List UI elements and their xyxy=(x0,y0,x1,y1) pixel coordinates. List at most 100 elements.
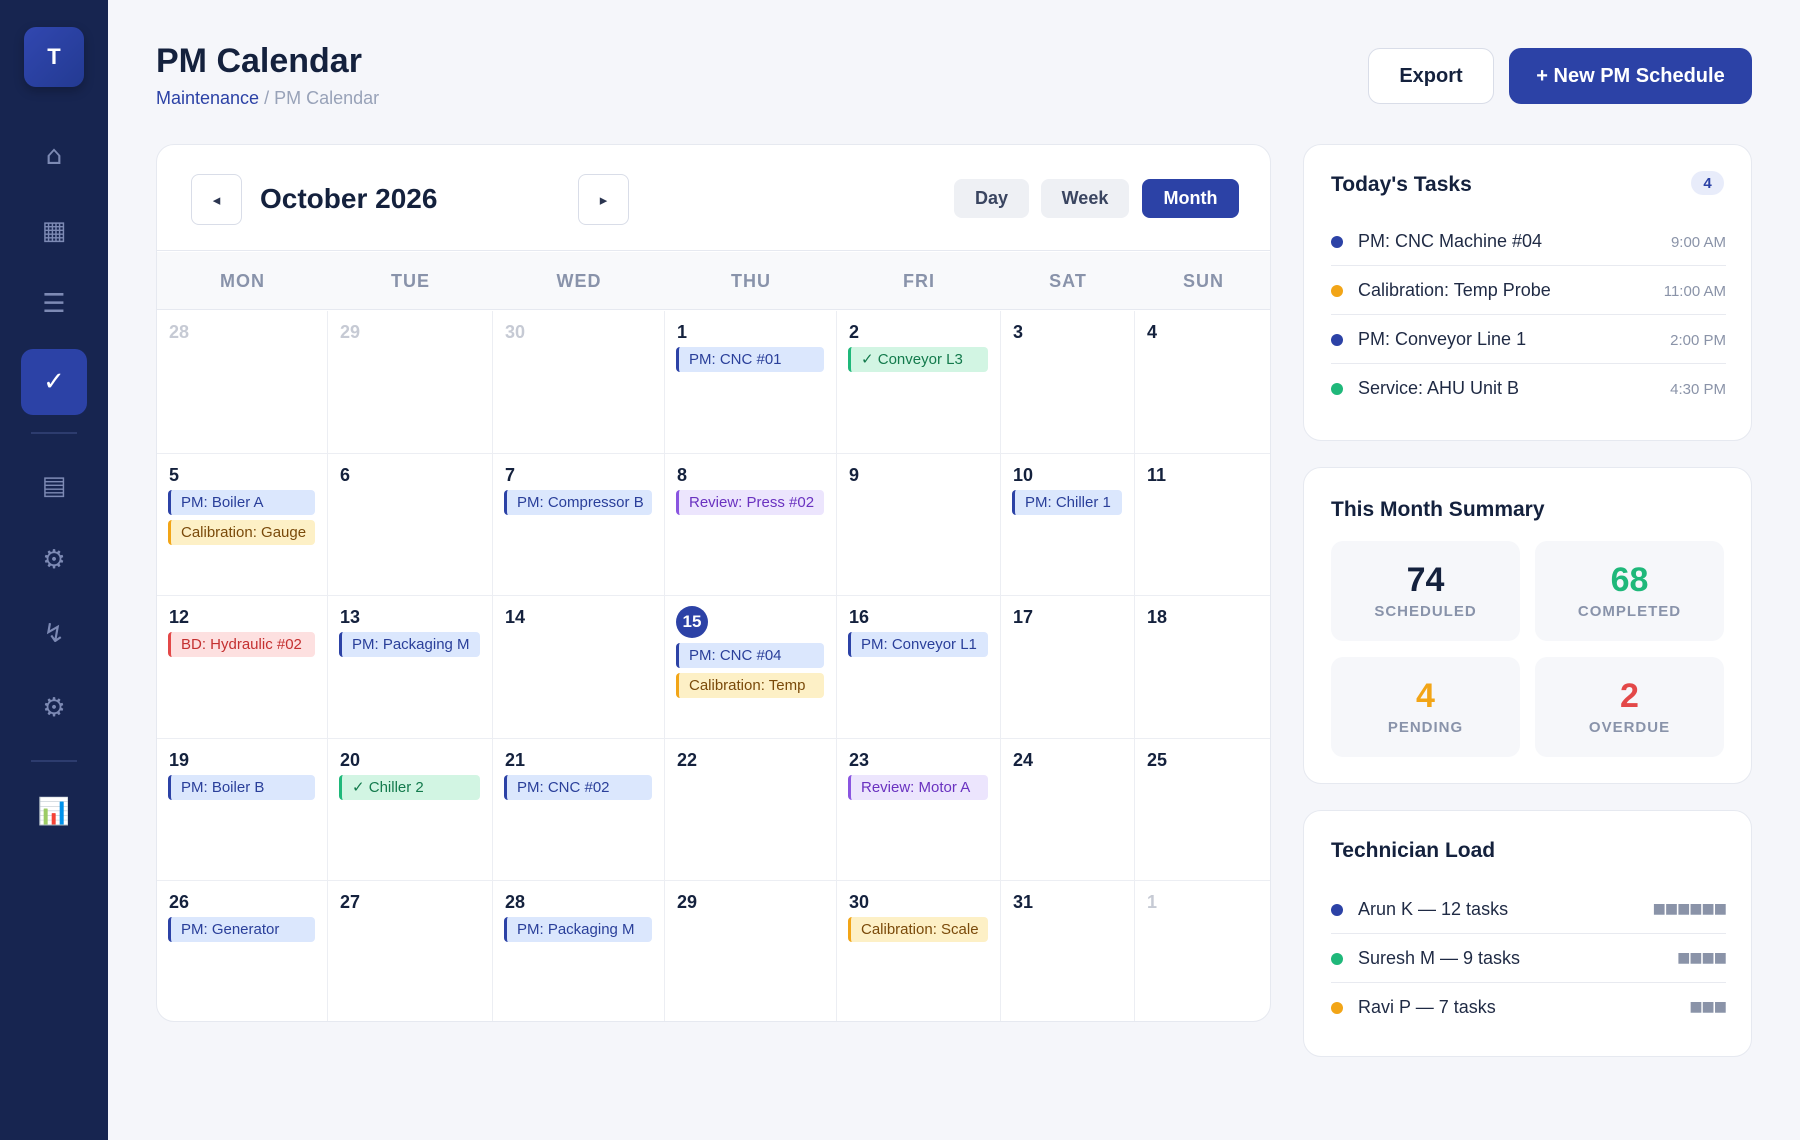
calendar-day-cell[interactable]: 6 xyxy=(328,454,493,596)
calendar-event-review[interactable]: Review: Motor A xyxy=(848,775,988,800)
day-number: 2 xyxy=(849,322,860,342)
stat-pending: 4 PENDING xyxy=(1331,657,1520,757)
calendar-day-cell[interactable]: 5 PM: Boiler A Calibration: Gauge xyxy=(157,454,328,596)
technician-item[interactable]: Ravi P — 7 tasks ■■■ xyxy=(1331,983,1727,1032)
calendar-day-cell[interactable]: 4 xyxy=(1135,311,1270,454)
calendar-event-pm[interactable]: PM: Boiler B xyxy=(168,775,315,800)
nav-lightning-icon[interactable]: ↯ xyxy=(21,601,87,667)
stat-value: 4 xyxy=(1416,677,1435,715)
prev-month-button[interactable]: ◂ xyxy=(191,174,242,225)
calendar-day-cell[interactable]: 19 PM: Boiler B xyxy=(157,739,328,881)
task-item[interactable]: Calibration: Temp Probe 11:00 AM xyxy=(1331,266,1726,315)
calendar-event-done[interactable]: ✓ Chiller 2 xyxy=(339,775,480,800)
calendar-day-cell[interactable]: 29 xyxy=(665,881,837,1021)
calendar-event-done[interactable]: ✓ Conveyor L3 xyxy=(848,347,988,372)
calendar-event-pm[interactable]: PM: CNC #01 xyxy=(676,347,824,372)
calendar-day-cell[interactable]: 29 xyxy=(328,311,493,454)
calendar-day-cell[interactable]: 28 PM: Packaging M xyxy=(493,881,665,1021)
calendar-day-cell[interactable]: 13 PM: Packaging M xyxy=(328,596,493,739)
view-week-button[interactable]: Week xyxy=(1041,179,1129,218)
view-month-button[interactable]: Month xyxy=(1142,179,1239,218)
nav-home-icon[interactable]: ⌂ xyxy=(21,123,87,189)
calendar-day-cell[interactable]: 23 Review: Motor A xyxy=(837,739,1001,881)
calendar-day-cell[interactable]: 25 xyxy=(1135,739,1270,881)
day-number: 23 xyxy=(849,750,870,770)
task-item[interactable]: PM: CNC Machine #04 9:00 AM xyxy=(1331,217,1726,266)
technician-item[interactable]: Suresh M — 9 tasks ■■■■ xyxy=(1331,934,1727,983)
day-number: 19 xyxy=(169,750,190,770)
calendar-day-cell[interactable]: 27 xyxy=(328,881,493,1021)
calendar-day-cell[interactable]: 1 xyxy=(1135,881,1270,1021)
task-time: 2:00 PM xyxy=(1670,332,1726,349)
day-number: 16 xyxy=(849,607,870,627)
nav-document-icon[interactable]: ▤ xyxy=(21,453,87,519)
nav-list-icon[interactable]: ☰ xyxy=(21,271,87,337)
calendar-event-cal[interactable]: Calibration: Temp xyxy=(676,673,824,698)
weekday-label: THU xyxy=(731,270,771,291)
calendar-event-review[interactable]: Review: Press #02 xyxy=(676,490,824,515)
calendar-day-cell[interactable]: 22 xyxy=(665,739,837,881)
calendar-event-pm[interactable]: PM: Conveyor L1 xyxy=(848,632,988,657)
nav-settings-icon[interactable]: ⚙ xyxy=(21,675,87,741)
export-button[interactable]: Export xyxy=(1368,48,1494,104)
app-logo[interactable]: T xyxy=(24,27,84,87)
calendar-event-pm[interactable]: PM: CNC #04 xyxy=(676,643,824,668)
new-pm-schedule-button[interactable]: + New PM Schedule xyxy=(1509,48,1752,104)
calendar-day-cell[interactable]: 31 xyxy=(1001,881,1135,1021)
month-summary-panel: This Month Summary 74 SCHEDULED 68 COMPLETE… xyxy=(1303,467,1752,784)
calendar-day-cell[interactable]: 14 xyxy=(493,596,665,739)
calendar-event-pm[interactable]: PM: Boiler A xyxy=(168,490,315,515)
calendar-day-cell[interactable]: 15 PM: CNC #04 Calibration: Temp xyxy=(665,596,837,739)
day-number: 6 xyxy=(340,465,351,485)
calendar-event-cal[interactable]: Calibration: Scale xyxy=(848,917,988,942)
calendar-day-cell[interactable]: 24 xyxy=(1001,739,1135,881)
calendar-event-pm[interactable]: PM: Compressor B xyxy=(504,490,652,515)
view-day-button[interactable]: Day xyxy=(954,179,1029,218)
task-item[interactable]: PM: Conveyor Line 1 2:00 PM xyxy=(1331,315,1726,364)
technician-item[interactable]: Arun K — 12 tasks ■■■■■■ xyxy=(1331,885,1727,934)
calendar-event-pm[interactable]: PM: Chiller 1 xyxy=(1012,490,1122,515)
nav-divider xyxy=(31,432,77,434)
calendar-day-cell[interactable]: 30 xyxy=(493,311,665,454)
nav-bar-chart-icon[interactable]: 📊 xyxy=(21,779,87,845)
calendar-event-pm[interactable]: PM: Packaging M xyxy=(504,917,652,942)
breadcrumb-current: / PM Calendar xyxy=(264,88,380,108)
calendar-day-cell[interactable]: 30 Calibration: Scale xyxy=(837,881,1001,1021)
next-month-button[interactable]: ▸ xyxy=(578,174,629,225)
calendar-event-pm[interactable]: PM: Generator xyxy=(168,917,315,942)
calendar-day-cell[interactable]: 26 PM: Generator xyxy=(157,881,328,1021)
stat-scheduled: 74 SCHEDULED xyxy=(1331,541,1520,641)
nav-grid-icon[interactable]: ▦ xyxy=(21,198,87,264)
calendar-day-cell[interactable]: 9 xyxy=(837,454,1001,596)
calendar-day-cell[interactable]: 10 PM: Chiller 1 xyxy=(1001,454,1135,596)
weekday-label: SUN xyxy=(1182,270,1224,291)
calendar-day-cell[interactable]: 21 PM: CNC #02 xyxy=(493,739,665,881)
day-number: 30 xyxy=(505,322,526,342)
breadcrumb-link-maintenance[interactable]: Maintenance xyxy=(156,88,259,108)
calendar-day-cell[interactable]: 8 Review: Press #02 xyxy=(665,454,837,596)
calendar-event-pm[interactable]: PM: CNC #02 xyxy=(504,775,652,800)
calendar-day-cell[interactable]: 18 xyxy=(1135,596,1270,739)
calendar-day-cell[interactable]: 11 xyxy=(1135,454,1270,596)
day-number: 18 xyxy=(1147,607,1168,627)
task-time: 4:30 PM xyxy=(1670,381,1726,398)
calendar-event-pm[interactable]: PM: Packaging M xyxy=(339,632,480,657)
calendar-day-cell[interactable]: 2 ✓ Conveyor L3 xyxy=(837,311,1001,454)
calendar-day-cell[interactable]: 16 PM: Conveyor L1 xyxy=(837,596,1001,739)
nav-check-icon[interactable]: ✓ xyxy=(21,349,87,415)
day-number: 13 xyxy=(340,607,361,627)
calendar-day-cell[interactable]: 7 PM: Compressor B xyxy=(493,454,665,596)
calendar-day-cell[interactable]: 28 xyxy=(157,311,328,454)
calendar-day-cell[interactable]: 3 xyxy=(1001,311,1135,454)
task-item[interactable]: Service: AHU Unit B 4:30 PM xyxy=(1331,364,1726,413)
task-time: 9:00 AM xyxy=(1670,234,1726,251)
calendar-event-cal[interactable]: Calibration: Gauge xyxy=(168,520,315,545)
day-number: 4 xyxy=(1147,322,1158,342)
calendar-day-cell[interactable]: 12 BD: Hydraulic #02 xyxy=(157,596,328,739)
calendar-day-cell[interactable]: 17 xyxy=(1001,596,1135,739)
nav-gear-outline-icon[interactable]: ⚙ xyxy=(21,527,87,593)
calendar-day-cell[interactable]: 1 PM: CNC #01 xyxy=(665,311,837,454)
calendar-event-bd[interactable]: BD: Hydraulic #02 xyxy=(168,632,315,657)
weekday-label: TUE xyxy=(391,270,430,291)
calendar-day-cell[interactable]: 20 ✓ Chiller 2 xyxy=(328,739,493,881)
